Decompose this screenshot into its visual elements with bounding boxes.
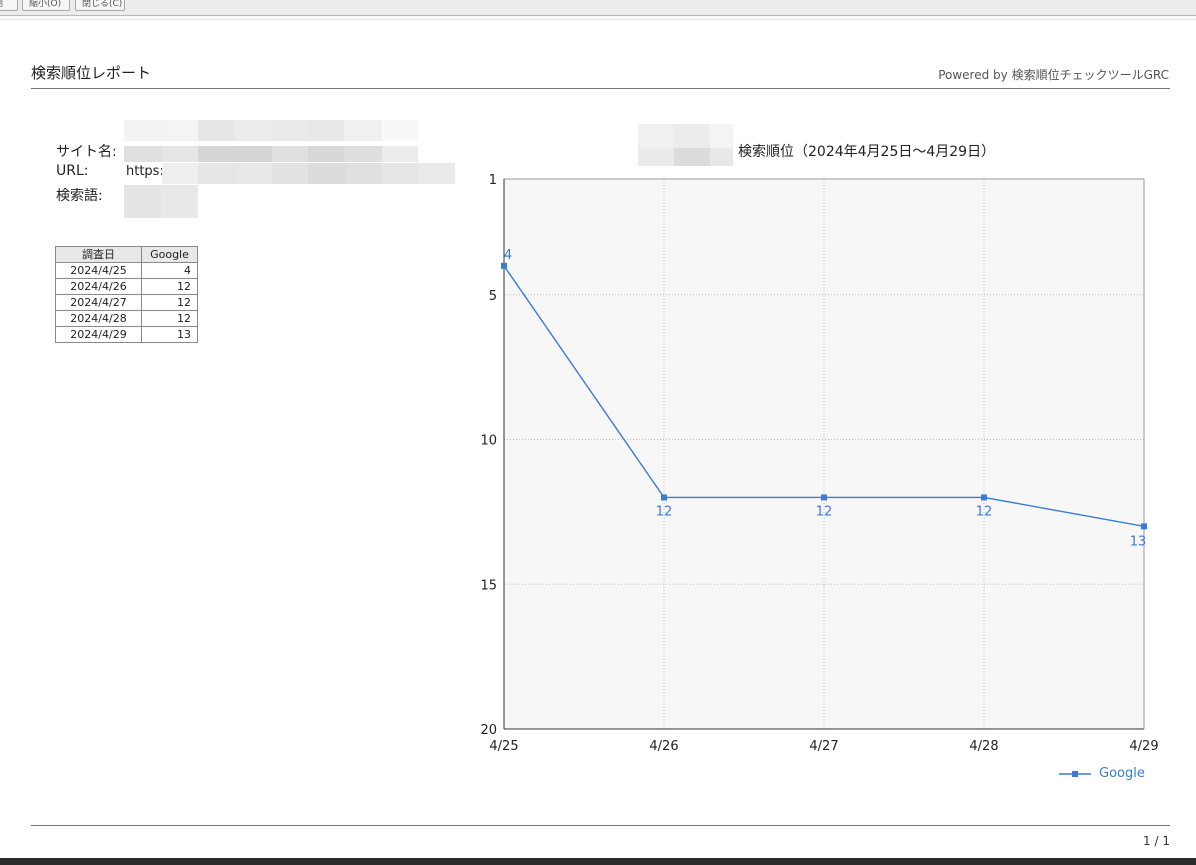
data-label: 12 bbox=[656, 504, 673, 519]
legend-marker-google bbox=[1072, 771, 1078, 777]
footer-rule bbox=[31, 825, 1170, 826]
data-label: 12 bbox=[816, 504, 833, 519]
plot-area bbox=[504, 179, 1144, 729]
data-point bbox=[981, 494, 987, 501]
data-point bbox=[501, 262, 507, 269]
y-tick-label: 15 bbox=[480, 578, 497, 593]
rank-chart: 151015204/25 4/26 4/27 4/28 4/29412 12 1213 bbox=[480, 173, 1159, 777]
y-tick-label: 5 bbox=[489, 289, 497, 304]
x-tick-label: 4/28 bbox=[969, 739, 998, 754]
y-tick-label: 10 bbox=[480, 434, 497, 449]
x-tick-label: 4/29 bbox=[1129, 739, 1158, 754]
page-number: 1 / 1 bbox=[1143, 834, 1170, 848]
x-tick-label: 4/27 bbox=[809, 739, 838, 754]
data-label: 4 bbox=[504, 248, 512, 263]
y-tick-label: 20 bbox=[480, 723, 497, 738]
legend-label-google: Google bbox=[1099, 766, 1145, 781]
x-tick-label: 4/26 bbox=[649, 739, 678, 754]
y-tick-label: 1 bbox=[489, 173, 497, 188]
x-tick-label: 4/25 bbox=[489, 739, 518, 754]
data-point bbox=[821, 494, 827, 501]
bottom-bar bbox=[0, 858, 1196, 865]
data-label: 13 bbox=[1130, 534, 1147, 549]
data-point bbox=[1141, 523, 1147, 530]
data-label: 12 bbox=[976, 504, 993, 519]
data-point bbox=[661, 494, 667, 501]
